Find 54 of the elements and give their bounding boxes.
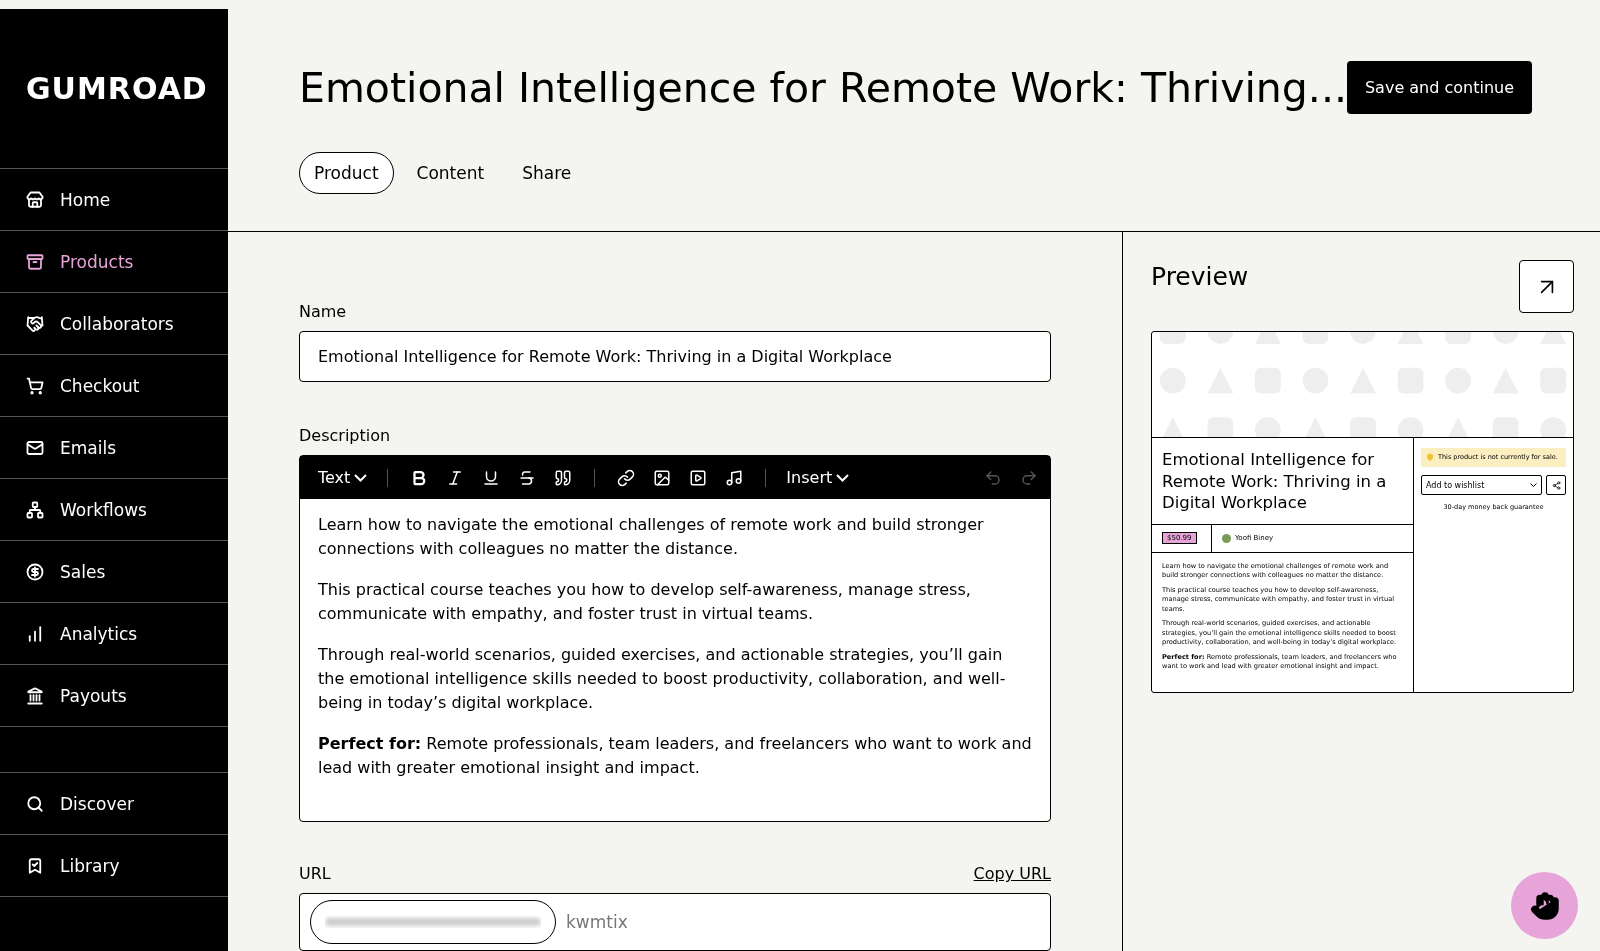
field-label: Description	[299, 426, 392, 446]
description-paragraph: This practical course teaches you how to develop self-awareness, manage stress, communicate with empathy, and foster trust in virtual teams.	[318, 579, 972, 626]
save-button[interactable]: Save and continue	[1346, 61, 1533, 114]
store-icon	[26, 190, 44, 209]
nav-item[interactable]: Discover	[0, 773, 228, 835]
name-field[interactable]: Emotional Intelligence for Remote Work: Thriving in a Digital Workplace	[299, 331, 1051, 383]
tab[interactable]: Content	[401, 152, 500, 194]
bar-chart-icon	[26, 624, 44, 643]
nav-item[interactable]: Sales	[0, 541, 228, 603]
share-button[interactable]	[1546, 475, 1566, 495]
description-editor[interactable]	[299, 455, 1051, 823]
format-dropdown[interactable]: Text	[318, 468, 368, 488]
nav-item[interactable]: Checkout	[0, 355, 228, 417]
cart-icon	[26, 376, 44, 395]
field-label: Name	[299, 302, 348, 321]
avatar	[1222, 533, 1231, 543]
nav-item[interactable]: Analytics	[0, 603, 228, 665]
network-icon	[26, 500, 44, 519]
handshake-icon	[26, 314, 44, 333]
nav-item[interactable]: Home	[0, 169, 228, 231]
bank-icon	[26, 686, 44, 705]
format-dropdown[interactable]: Insert	[786, 468, 850, 488]
preview-title: Preview	[1151, 261, 1249, 291]
description-paragraph: Learn how to navigate the emotional challenges of remote work and build stronger connections with colleagues no matter the distance.	[318, 514, 985, 561]
wishlist-dropdown[interactable]: Add to wishlist	[1421, 475, 1542, 495]
nav-item[interactable]: Collaborators	[0, 293, 228, 355]
shield-icon	[1426, 453, 1434, 461]
copy-url-link[interactable]: Copy URL	[973, 864, 1051, 894]
url-field[interactable]: kwmtix	[299, 893, 1051, 951]
open-preview-button[interactable]	[1519, 260, 1574, 313]
product-title: Emotional Intelligence for Remote Work: Thriving in a Digital Workplace	[1152, 438, 1413, 525]
bookmark-icon	[26, 856, 44, 875]
nav-item[interactable]: Library	[0, 835, 228, 897]
tab[interactable]: Product	[299, 152, 394, 194]
url-slug: kwmtix	[566, 912, 628, 933]
page-title: Emotional Intelligence for Remote Work: Thriving...	[299, 63, 1347, 112]
hand-icon	[1529, 890, 1560, 921]
nav-item[interactable]: Payouts	[0, 665, 228, 727]
nav-item[interactable]: Emails	[0, 417, 228, 479]
description-paragraph: Through real-world scenarios, guided exercises, and actionable strategies, you’ll gain the emotional intelligence skills needed to boost productivity, collaboration, and well-being in today’s digital workplace.	[318, 644, 1007, 715]
share-icon	[1551, 480, 1561, 490]
description-paragraph: Perfect for: Remote professionals, team leaders, and freelancers who want to work and lead with greater emotional insight and impact.	[318, 733, 1032, 780]
field-label: URL	[299, 864, 331, 884]
chevron-down-icon	[354, 473, 368, 482]
archive-icon	[26, 252, 44, 271]
nav-item[interactable]: Workflows	[0, 479, 228, 541]
dollar-icon	[26, 562, 44, 581]
chevron-down-icon	[1530, 483, 1537, 487]
search-icon	[26, 794, 44, 813]
mail-icon	[26, 438, 44, 457]
chevron-down-icon	[836, 473, 850, 482]
logo: GUMROAD	[0, 9, 228, 169]
nav-item[interactable]: Products	[0, 231, 228, 293]
tab[interactable]: Share	[507, 152, 587, 194]
